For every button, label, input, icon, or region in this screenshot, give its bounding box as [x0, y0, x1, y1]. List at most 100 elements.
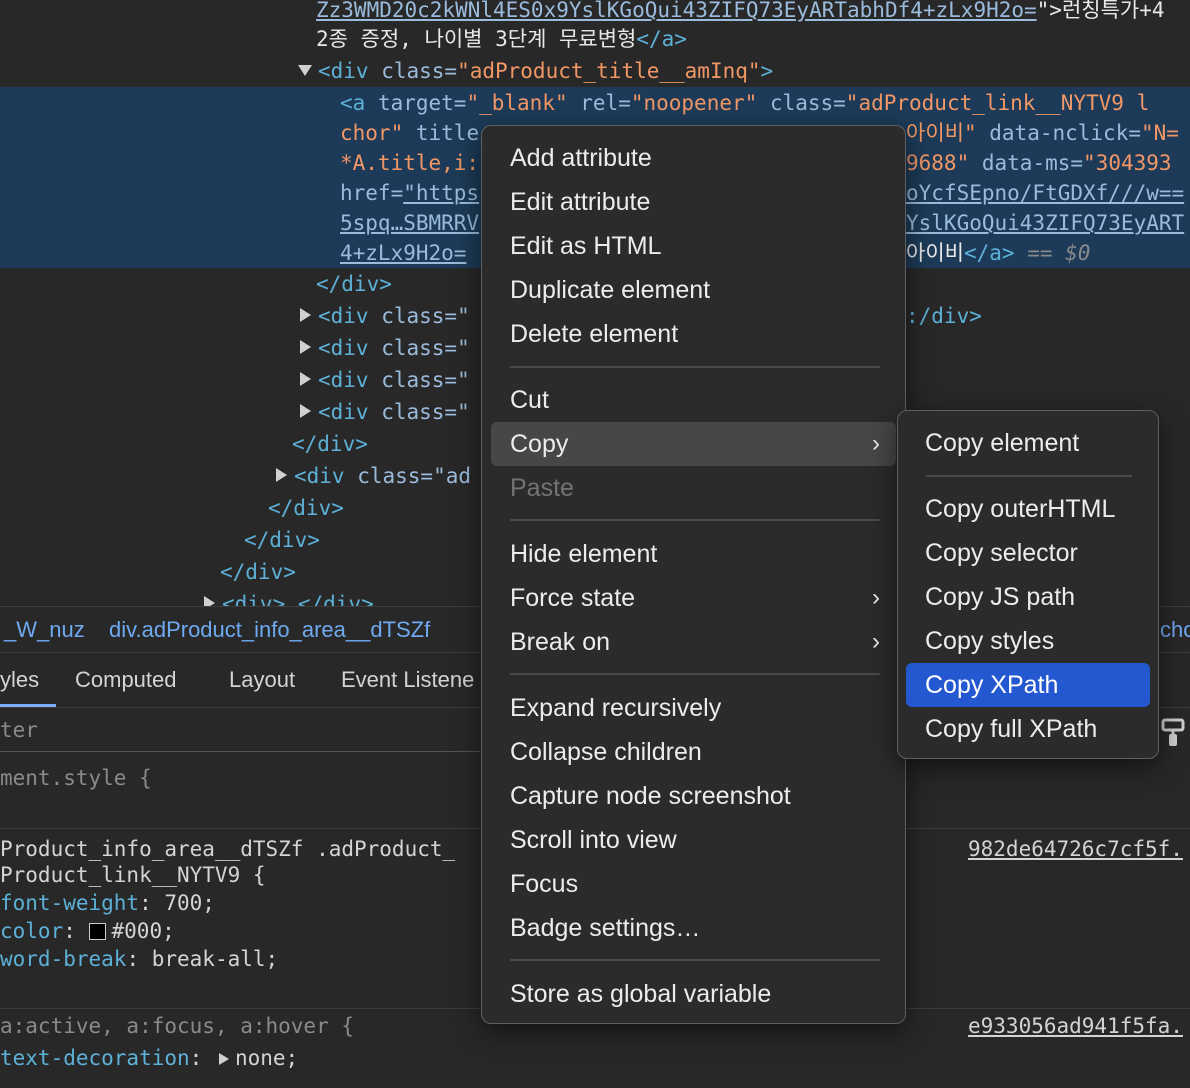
property-name: word-break [0, 947, 127, 971]
href-link[interactable]: "https [403, 181, 479, 205]
selected-line-right[interactable]: YslKGoQui43ZIFQ73EyART [906, 208, 1184, 238]
tree-line[interactable]: <div class=" [318, 333, 470, 363]
copy-submenu: Copy element Copy outerHTML Copy selecto… [897, 410, 1159, 759]
tag-close: </a> [636, 27, 687, 51]
menu-item-copy[interactable]: Copy › [491, 422, 896, 466]
tree-line[interactable]: </div> [292, 429, 368, 459]
menu-item-copy-selector[interactable]: Copy selector [906, 531, 1150, 575]
menu-item-expand-recursively[interactable]: Expand recursively [491, 686, 896, 730]
collapse-triangle-icon[interactable] [298, 65, 312, 76]
ellipsis-badge[interactable]: … [285, 592, 298, 606]
property-name: text-decoration [0, 1046, 190, 1070]
tree-line-right[interactable]: :/div> [906, 301, 982, 331]
breadcrumb-item[interactable]: cho [1160, 617, 1190, 643]
attr-value: "adProduct_link__NYTV9 l [845, 91, 1150, 115]
tree-line[interactable]: <div class=" [318, 301, 470, 331]
tab-event-listeners[interactable]: Event Listene [341, 667, 474, 693]
expand-triangle-icon[interactable] [300, 404, 311, 418]
tree-line[interactable]: <div class="ad [294, 461, 471, 491]
menu-item-hide-element[interactable]: Hide element [491, 532, 896, 576]
attr-name: data-nclick= [989, 121, 1141, 145]
menu-item-copy-full-xpath[interactable]: Copy full XPath [906, 707, 1150, 751]
css-property[interactable]: font-weight: 700; [0, 889, 215, 917]
color-swatch[interactable] [88, 923, 106, 940]
selected-line-right[interactable]: oYcfSEpno/FtGDXf///w== [906, 178, 1184, 208]
tree-line[interactable]: </div> [220, 557, 296, 587]
selected-line-right[interactable]: 아이비" data-nclick="N= [906, 118, 1179, 148]
filter-input[interactable]: ter [0, 708, 480, 752]
selected-line[interactable]: *A.title,i: [340, 148, 479, 178]
tree-line[interactable]: </div> [316, 269, 392, 299]
stylesheet-link[interactable]: 982de64726c7cf5f. [968, 835, 1183, 863]
paintbrush-icon[interactable] [1160, 718, 1186, 748]
attr-name: class=" [381, 336, 470, 360]
rule-selector: a:active, a:focus, a:hover { [0, 1012, 354, 1040]
menu-item-edit-as-html[interactable]: Edit as HTML [491, 224, 896, 268]
tree-line[interactable]: <div class=" [318, 365, 470, 395]
href-link[interactable]: oYcfSEpno/FtGDXf///w== [906, 181, 1184, 205]
expand-triangle-icon[interactable] [276, 468, 287, 482]
menu-item-store-as-global-variable[interactable]: Store as global variable [491, 972, 896, 1016]
stylesheet-link[interactable]: e933056ad941f5fa. [968, 1012, 1183, 1040]
tag-bracket: > [760, 59, 774, 83]
css-property[interactable]: word-break: break-all; [0, 945, 278, 973]
attr-name: href= [340, 181, 404, 205]
selected-line-right[interactable]: 아이비</a> == $0 [906, 238, 1090, 268]
menu-item-edit-attribute[interactable]: Edit attribute [491, 180, 896, 224]
menu-item-copy-js-path[interactable]: Copy JS path [906, 575, 1150, 619]
selected-line[interactable]: chor" title [340, 118, 479, 148]
href-link[interactable]: 4+zLx9H2o= [340, 241, 466, 265]
expand-triangle-icon[interactable] [300, 308, 311, 322]
menu-item-copy-outerhtml[interactable]: Copy outerHTML [906, 487, 1150, 531]
menu-item-capture-node-screenshot[interactable]: Capture node screenshot [491, 774, 896, 818]
selected-line[interactable]: 5spq…SBMRRV [340, 208, 479, 238]
tab-computed[interactable]: Computed [75, 667, 177, 693]
attr-name: class=" [381, 400, 470, 424]
tab-layout[interactable]: Layout [229, 667, 295, 693]
selected-line[interactable]: 4+zLx9H2o= [340, 238, 466, 268]
menu-item-delete-element[interactable]: Delete element [491, 312, 896, 356]
tree-line[interactable]: <div class=" [318, 397, 470, 427]
tag-close: </div> [292, 432, 368, 456]
menu-item-copy-element[interactable]: Copy element [906, 421, 1150, 465]
menu-item-copy-styles[interactable]: Copy styles [906, 619, 1150, 663]
expand-triangle-icon[interactable] [300, 372, 311, 386]
active-tab-indicator [0, 704, 56, 707]
expand-triangle-icon[interactable] [204, 596, 215, 606]
tree-line[interactable]: </div> [244, 525, 320, 555]
selected-line[interactable]: href="https [340, 178, 479, 208]
menu-item-focus[interactable]: Focus [491, 862, 896, 906]
expand-triangle-icon[interactable] [300, 340, 311, 354]
menu-item-force-state[interactable]: Force state › [491, 576, 896, 620]
menu-item-copy-xpath[interactable]: Copy XPath [906, 663, 1150, 707]
breadcrumb-item[interactable]: div.adProduct_info_area__dTSZf [109, 617, 430, 643]
css-property[interactable]: text-decoration: none; [0, 1044, 298, 1072]
href-link[interactable]: Zz3WMD20c2kWNl4ES0x9YslKGoQui43ZIFQ73EyA… [316, 0, 1037, 22]
selected-line-right[interactable]: 9688" data-ms="304393 [906, 148, 1172, 178]
menu-item-add-attribute[interactable]: Add attribute [491, 136, 896, 180]
menu-item-badge-settings[interactable]: Badge settings… [491, 906, 896, 950]
tree-line[interactable]: <div class="adProduct_title__amInq"> [318, 56, 773, 86]
css-property[interactable]: color: #000; [0, 917, 175, 945]
menu-item-cut[interactable]: Cut [491, 378, 896, 422]
tree-line[interactable]: 2종 증정, 나이별 3단계 무료변형</a> [316, 24, 687, 54]
expand-triangle-icon[interactable] [218, 1053, 229, 1065]
menu-item-break-on[interactable]: Break on › [491, 620, 896, 664]
menu-item-collapse-children[interactable]: Collapse children [491, 730, 896, 774]
href-link[interactable]: YslKGoQui43ZIFQ73EyART [906, 211, 1184, 235]
attr-name: data-ms= [981, 151, 1084, 175]
tree-line[interactable]: Zz3WMD20c2kWNl4ES0x9YslKGoQui43ZIFQ73EyA… [316, 0, 1165, 25]
tree-line[interactable]: </div> [268, 493, 344, 523]
tree-line[interactable]: <div>…</div> [222, 589, 374, 606]
selected-line[interactable]: <a target="_blank" rel="noopener" class=… [340, 88, 1149, 118]
href-link[interactable]: 5spq…SBMRRV [340, 211, 479, 235]
tag-open: <div [318, 304, 382, 328]
tab-styles[interactable]: yles [0, 667, 39, 693]
element-style-selector: ment.style { [0, 764, 152, 792]
menu-separator [510, 959, 880, 961]
attr-value: "304393 [1083, 151, 1172, 175]
menu-item-scroll-into-view[interactable]: Scroll into view [491, 818, 896, 862]
menu-item-label: Break on [510, 628, 611, 656]
breadcrumb-item[interactable]: _W_nuz [4, 617, 85, 643]
menu-item-duplicate-element[interactable]: Duplicate element [491, 268, 896, 312]
